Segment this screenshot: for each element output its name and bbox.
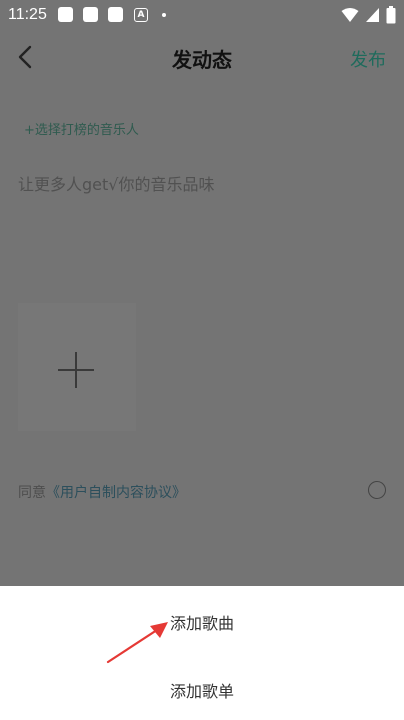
- agreement-link[interactable]: 《用户自制内容协议》: [46, 485, 186, 501]
- page-title: 发动态: [172, 48, 232, 72]
- plus-icon: [75, 352, 77, 388]
- select-artist-link[interactable]: +选择打榜的音乐人: [24, 119, 139, 138]
- notification-icon: [108, 7, 123, 22]
- more-notifications-dot: [162, 13, 166, 17]
- top-app-bar: 发动态 发布: [0, 32, 404, 82]
- agreement-prefix: 同意: [18, 485, 46, 501]
- notification-icon: [58, 7, 73, 22]
- publish-button[interactable]: 发布: [350, 46, 386, 72]
- notification-icon: [83, 7, 98, 22]
- post-text-input[interactable]: 让更多人get√你的音乐品味: [18, 171, 214, 195]
- battery-icon: [386, 6, 396, 24]
- add-song-option[interactable]: 添加歌曲: [0, 610, 404, 634]
- wifi-icon: [341, 8, 359, 22]
- agreement-radio[interactable]: [368, 481, 386, 499]
- agreement-text: 同意《用户自制内容协议》: [18, 482, 186, 502]
- add-media-button[interactable]: [18, 303, 136, 431]
- add-playlist-option[interactable]: 添加歌单: [0, 678, 404, 702]
- signal-icon: [366, 8, 379, 22]
- status-bar: 11:25 A: [0, 0, 404, 32]
- annotation-arrow-icon: [106, 622, 168, 664]
- system-icons: [341, 6, 396, 24]
- notification-badge-icon: A: [134, 8, 148, 22]
- status-time: 11:25: [8, 6, 47, 23]
- action-sheet: 添加歌曲 添加歌单: [0, 586, 404, 720]
